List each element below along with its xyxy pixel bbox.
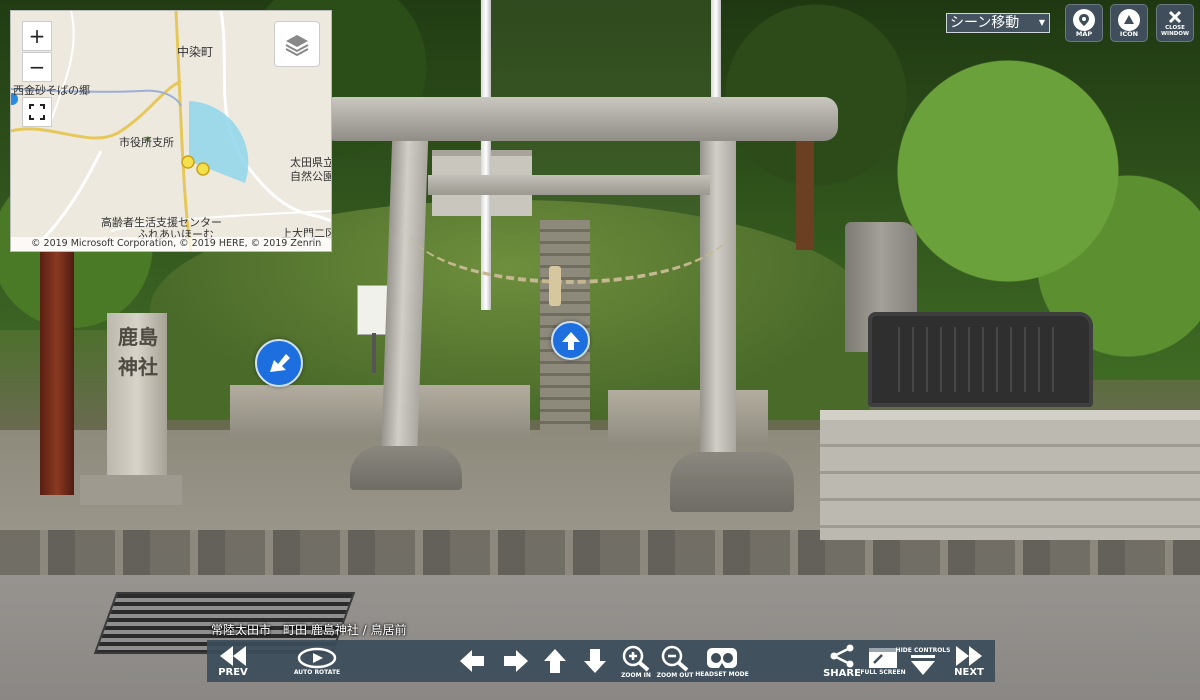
next-button[interactable]: NEXT: [947, 640, 991, 682]
torii-top-beam: [330, 97, 838, 141]
control-bar: PREV AUTO ROTATE ZOOM IN ZOOM OUT HEADSE…: [207, 640, 995, 682]
mini-map[interactable]: 中染町 西金砂そばの郷 市役所支所 太田県立 自然公園 高齢者生活支援センター …: [10, 10, 332, 252]
hide-controls-label: HIDE CONTROLS: [895, 646, 951, 654]
arrow-up-icon: [561, 331, 580, 350]
pan-up-button[interactable]: [539, 640, 571, 682]
prev-button[interactable]: PREV: [211, 640, 255, 682]
headset-mode-label: HEADSET MODE: [695, 670, 749, 678]
auto-rotate-icon: [297, 647, 337, 668]
scene-select-dropdown[interactable]: シーン移動 ▼: [946, 13, 1050, 33]
zoom-out-button[interactable]: ZOOM OUT: [655, 640, 695, 682]
hotspot-arrow-forward[interactable]: [551, 321, 590, 360]
map-toggle-label: MAP: [1075, 29, 1093, 38]
hide-controls-button[interactable]: HIDE CONTROLS: [896, 640, 950, 682]
pan-left-button[interactable]: [455, 640, 489, 682]
map-pin-icon: [1073, 8, 1095, 31]
map-layers-button[interactable]: [274, 21, 320, 67]
map-zoom-in-button[interactable]: +: [22, 21, 52, 51]
map-zoom-out-button[interactable]: −: [22, 52, 52, 82]
triangle-icon: ▼: [1038, 18, 1045, 27]
zoom-in-label: ZOOM IN: [621, 671, 651, 679]
utility-pole: [40, 250, 74, 495]
stone-wall-right: [608, 390, 768, 445]
triangle-icon: [1118, 8, 1140, 31]
layers-icon: [285, 35, 309, 57]
full-screen-label: FULL SCREEN: [860, 668, 906, 676]
next-icon: [956, 645, 982, 666]
shimenawa-tassel: [549, 266, 561, 306]
close-window-button[interactable]: CLOSE WINDOW: [1156, 4, 1194, 42]
zoom-in-icon: [622, 645, 650, 672]
arrow-down-icon: [584, 649, 606, 673]
map-label-nishikanasa: 西金砂そばの郷: [13, 84, 90, 97]
arrow-right-icon: [504, 650, 528, 672]
signboard-post: [372, 333, 376, 373]
zoom-out-label: ZOOM OUT: [656, 671, 694, 679]
icon-toggle-button[interactable]: ICON: [1110, 4, 1148, 42]
map-copyright: © 2019 Microsoft Corporation, © 2019 HER…: [11, 237, 331, 251]
hotspot-arrow-upper-right[interactable]: [255, 339, 303, 387]
shrine-name-pillar-base: [80, 475, 182, 505]
prev-icon: [220, 645, 246, 666]
inscription-stone: [868, 312, 1093, 407]
share-icon: [830, 644, 854, 667]
map-label-nakazome: 中染町: [177, 45, 214, 59]
torii-base-right: [670, 452, 794, 512]
zoom-out-icon: [661, 645, 689, 672]
close-window-label: CLOSE WINDOW: [1160, 25, 1190, 37]
stone-wall-left: [230, 385, 530, 437]
fullscreen-icon: [29, 104, 45, 120]
pan-right-button[interactable]: [499, 640, 533, 682]
tree-trunk: [796, 140, 814, 250]
close-icon: [1168, 10, 1182, 24]
arrow-upper-right-icon: [270, 354, 290, 372]
share-button[interactable]: SHARE: [823, 640, 861, 682]
flag-pole-right: [711, 0, 721, 100]
auto-rotate-button[interactable]: AUTO ROTATE: [293, 640, 341, 682]
map-toggle-button[interactable]: MAP: [1065, 4, 1103, 42]
next-label: NEXT: [954, 666, 984, 678]
scene-select-value: シーン移動: [950, 15, 1020, 31]
map-label-shiyakusho: 市役所支所: [119, 136, 174, 149]
arrow-left-icon: [460, 650, 484, 672]
headset-icon: [707, 647, 737, 668]
torii-base-left: [350, 446, 462, 490]
auto-rotate-label: AUTO ROTATE: [293, 668, 341, 676]
shrine-name-pillar-text: 鹿島神社: [118, 325, 158, 379]
shimenawa-rope: [405, 160, 735, 284]
prev-label: PREV: [218, 666, 248, 678]
arrow-up-icon: [544, 649, 566, 673]
scene-caption: 常陸太田市 町田 鹿島神社 / 鳥居前: [211, 623, 407, 637]
pan-down-button[interactable]: [579, 640, 611, 682]
fullscreen-window-icon: [869, 647, 897, 668]
hide-controls-icon: [911, 654, 935, 675]
share-label: SHARE: [823, 667, 861, 679]
map-label-ota-park-2: 自然公園: [290, 170, 332, 183]
icon-toggle-label: ICON: [1119, 29, 1139, 38]
headset-mode-button[interactable]: HEADSET MODE: [695, 640, 749, 682]
monument-base: [820, 410, 1200, 540]
map-fullscreen-button[interactable]: [22, 97, 52, 127]
zoom-in-button[interactable]: ZOOM IN: [617, 640, 655, 682]
